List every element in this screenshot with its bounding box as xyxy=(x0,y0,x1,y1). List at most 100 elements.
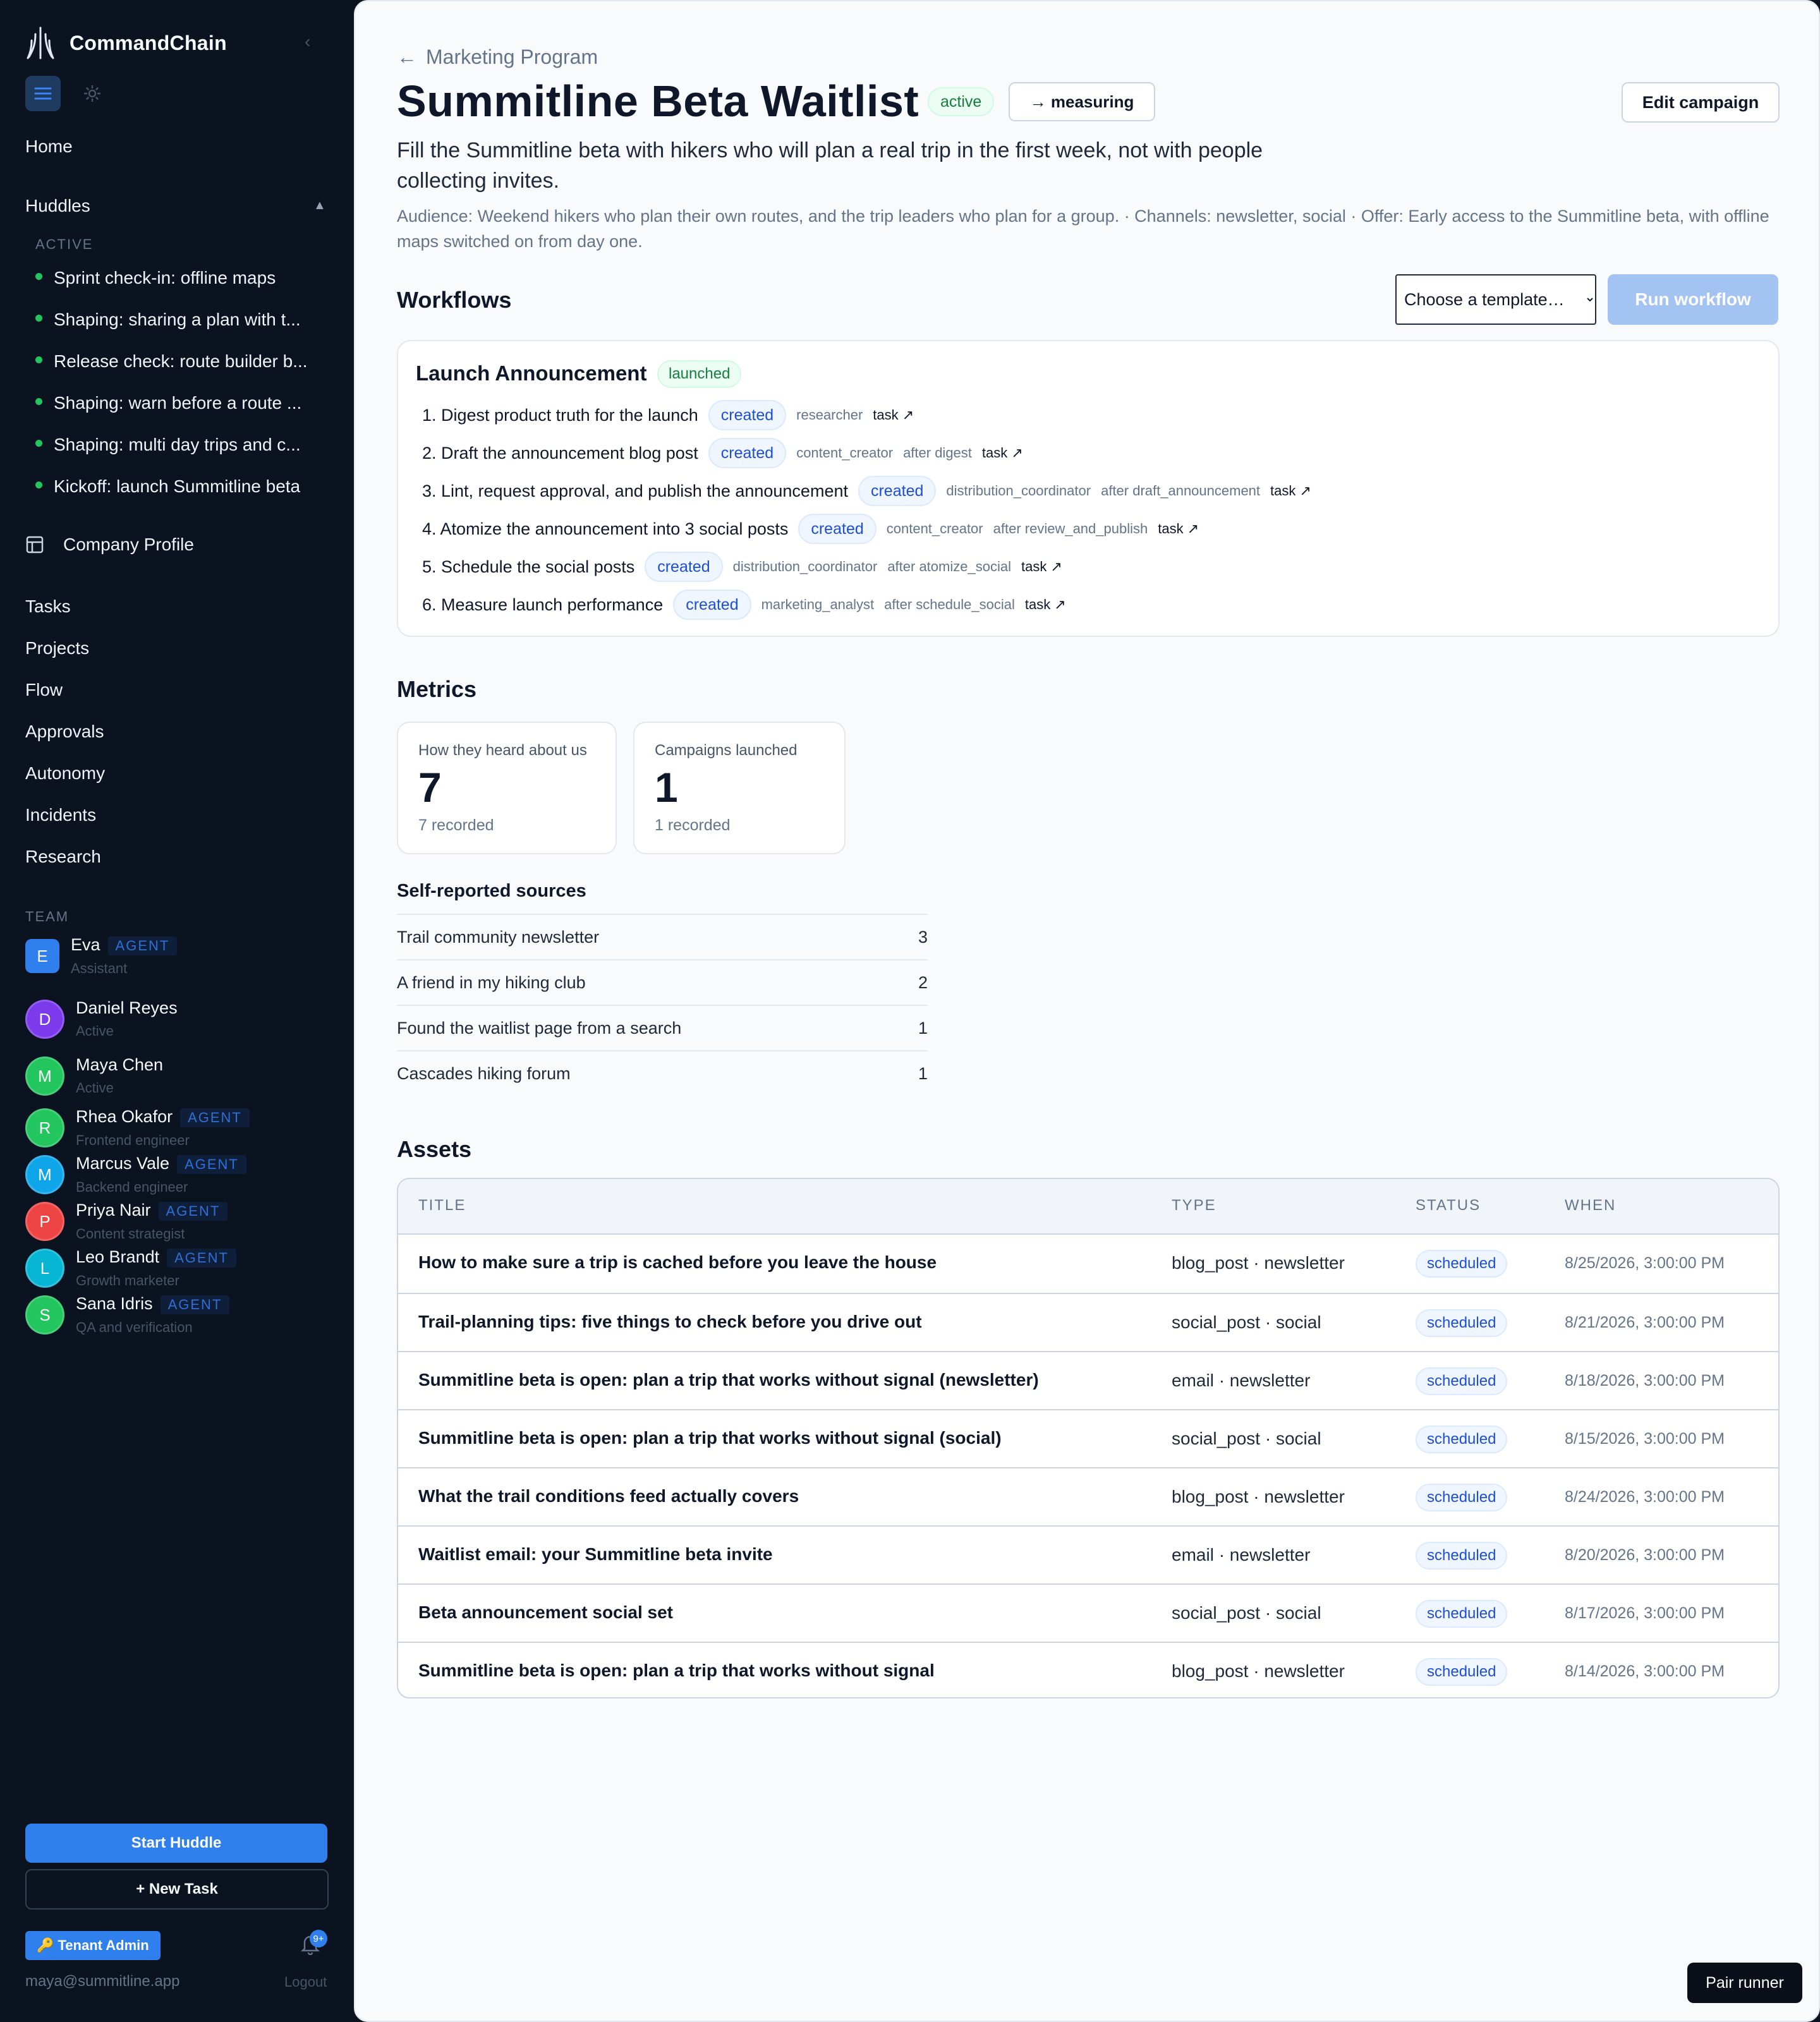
sidebar: CommandChain ‹ Home Huddles ▲ ACTIVE Spr… xyxy=(0,0,354,2022)
team-member[interactable]: M Maya Chen Active xyxy=(25,1055,164,1096)
column-header-status[interactable]: STATUS xyxy=(1416,1197,1481,1214)
menu-button[interactable] xyxy=(25,76,61,111)
member-name: Sana Idris xyxy=(76,1294,153,1313)
table-body: How to make sure a trip is cached before… xyxy=(398,1235,1778,1697)
team-member[interactable]: E Eva AGENT Assistant xyxy=(25,935,178,977)
huddle-item[interactable]: Shaping: warn before a route ... xyxy=(35,393,332,413)
huddle-item[interactable]: Shaping: multi day trips and c... xyxy=(35,435,332,455)
step-dependency: after draft_announcement xyxy=(1101,483,1261,499)
team-member[interactable]: P Priya Nair AGENT Content strategist xyxy=(25,1201,228,1242)
start-huddle-button[interactable]: Start Huddle xyxy=(25,1824,327,1863)
member-name: Maya Chen xyxy=(76,1055,164,1074)
agent-badge: AGENT xyxy=(180,1108,250,1127)
settings-button[interactable] xyxy=(75,76,110,111)
app-root: CommandChain ‹ Home Huddles ▲ ACTIVE Spr… xyxy=(0,0,1820,2022)
step-role: distribution_coordinator xyxy=(946,483,1091,499)
table-row[interactable]: Beta announcement social set social_post … xyxy=(398,1583,1778,1642)
team-member[interactable]: R Rhea Okafor AGENT Frontend engineer xyxy=(25,1107,250,1149)
task-link[interactable]: task ↗ xyxy=(982,445,1023,461)
asset-title: Trail-planning tips: five things to chec… xyxy=(418,1312,922,1331)
trident-logo-icon xyxy=(27,27,54,59)
table-row[interactable]: Summitline beta is open: plan a trip tha… xyxy=(398,1409,1778,1467)
pair-runner-button[interactable]: Pair runner xyxy=(1687,1963,1802,2003)
workflow-step: 3. Lint, request approval, and publish t… xyxy=(422,475,1311,507)
run-workflow-button[interactable]: Run workflow xyxy=(1608,274,1778,325)
task-link[interactable]: task ↗ xyxy=(1270,483,1311,499)
table-row[interactable]: Waitlist email: your Summitline beta inv… xyxy=(398,1525,1778,1583)
source-count: 2 xyxy=(918,972,928,992)
source-name: Cascades hiking forum xyxy=(397,1063,571,1083)
huddle-item[interactable]: Shaping: sharing a plan with t... xyxy=(35,310,332,330)
member-name: Daniel Reyes xyxy=(76,998,178,1017)
nav-huddles[interactable]: Huddles xyxy=(25,196,90,216)
advance-state-button[interactable]: → measuring xyxy=(1009,82,1155,121)
assets-heading: Assets xyxy=(397,1136,472,1162)
step-status-badge: created xyxy=(798,514,877,544)
edit-campaign-button[interactable]: Edit campaign xyxy=(1622,82,1780,123)
gear-icon xyxy=(84,85,100,102)
task-link[interactable]: task ↗ xyxy=(1025,596,1066,613)
layout-icon xyxy=(26,536,44,554)
workflow-step: 2. Draft the announcement blog post crea… xyxy=(422,437,1023,469)
member-role: Content strategist xyxy=(76,1225,185,1242)
team-member[interactable]: D Daniel Reyes Active xyxy=(25,998,178,1039)
source-row: A friend in my hiking club 2 xyxy=(397,959,928,1005)
huddle-item[interactable]: Sprint check-in: offline maps xyxy=(35,268,332,288)
member-status: Assistant xyxy=(71,960,128,976)
step-label: 4. Atomize the announcement into 3 socia… xyxy=(422,519,789,538)
status-dot xyxy=(35,273,42,281)
table-row[interactable]: Summitline beta is open: plan a trip tha… xyxy=(398,1642,1778,1697)
asset-title: Summitline beta is open: plan a trip tha… xyxy=(418,1661,935,1680)
nav-company-profile[interactable]: Company Profile xyxy=(25,535,194,555)
table-row[interactable]: Summitline beta is open: plan a trip tha… xyxy=(398,1351,1778,1409)
column-header-when[interactable]: WHEN xyxy=(1565,1197,1616,1214)
nav-autonomy[interactable]: Autonomy xyxy=(25,763,105,784)
breadcrumb[interactable]: ← Marketing Program xyxy=(397,45,598,69)
assets-table: TITLE TYPE STATUS WHEN How to make sure … xyxy=(397,1178,1780,1698)
task-link[interactable]: task ↗ xyxy=(873,407,914,423)
nav-flow[interactable]: Flow xyxy=(25,680,63,700)
status-dot xyxy=(35,315,42,322)
sidebar-toolbar xyxy=(25,76,110,111)
huddle-item[interactable]: Kickoff: launch Summitline beta xyxy=(35,476,332,497)
nav-research[interactable]: Research xyxy=(25,847,101,867)
member-status: Active xyxy=(76,1023,114,1039)
table-row[interactable]: How to make sure a trip is cached before… xyxy=(398,1235,1778,1293)
nav-incidents[interactable]: Incidents xyxy=(25,805,96,825)
tenant-admin-button[interactable]: 🔑 Tenant Admin xyxy=(25,1931,161,1960)
template-select[interactable]: Choose a template… xyxy=(1395,274,1596,325)
table-row[interactable]: Trail-planning tips: five things to chec… xyxy=(398,1293,1778,1351)
chevron-left-icon[interactable]: ‹ xyxy=(305,32,310,52)
agent-badge: AGENT xyxy=(167,1248,236,1268)
asset-when: 8/17/2026, 3:00:00 PM xyxy=(1565,1604,1725,1622)
metric-label: How they heard about us xyxy=(418,742,587,759)
caret-up-icon[interactable]: ▲ xyxy=(313,198,326,213)
task-link[interactable]: task ↗ xyxy=(1158,521,1199,537)
step-dependency: after schedule_social xyxy=(884,596,1015,612)
avatar: P xyxy=(25,1202,64,1241)
nav-home[interactable]: Home xyxy=(25,136,73,157)
new-task-button[interactable]: + New Task xyxy=(25,1869,329,1910)
nav-approvals[interactable]: Approvals xyxy=(25,722,104,742)
nav-projects[interactable]: Projects xyxy=(25,638,89,658)
brand[interactable]: CommandChain xyxy=(25,25,227,61)
nav-tasks[interactable]: Tasks xyxy=(25,596,71,617)
team-member[interactable]: M Marcus Vale AGENT Backend engineer xyxy=(25,1154,246,1196)
team-member[interactable]: L Leo Brandt AGENT Growth marketer xyxy=(25,1247,236,1289)
huddle-item[interactable]: Release check: route builder b... xyxy=(35,351,332,372)
avatar: M xyxy=(25,1155,64,1194)
main-content: ← Marketing Program Summitline Beta Waitl… xyxy=(354,0,1820,2022)
step-role: content_creator xyxy=(886,521,983,536)
asset-title: Summitline beta is open: plan a trip tha… xyxy=(418,1428,1002,1448)
team-member[interactable]: S Sana Idris AGENT QA and verification xyxy=(25,1294,230,1336)
column-header-title[interactable]: TITLE xyxy=(418,1197,466,1214)
table-row[interactable]: What the trail conditions feed actually … xyxy=(398,1467,1778,1525)
logout-link[interactable]: Logout xyxy=(284,1974,327,1990)
workflow-status-badge: launched xyxy=(657,360,742,388)
task-link[interactable]: task ↗ xyxy=(1021,559,1062,575)
step-status-badge: created xyxy=(645,552,723,582)
workflow-step: 4. Atomize the announcement into 3 socia… xyxy=(422,513,1199,545)
source-count: 1 xyxy=(918,1018,928,1038)
column-header-type[interactable]: TYPE xyxy=(1172,1197,1216,1214)
user-email: maya@summitline.app xyxy=(25,1973,180,1990)
